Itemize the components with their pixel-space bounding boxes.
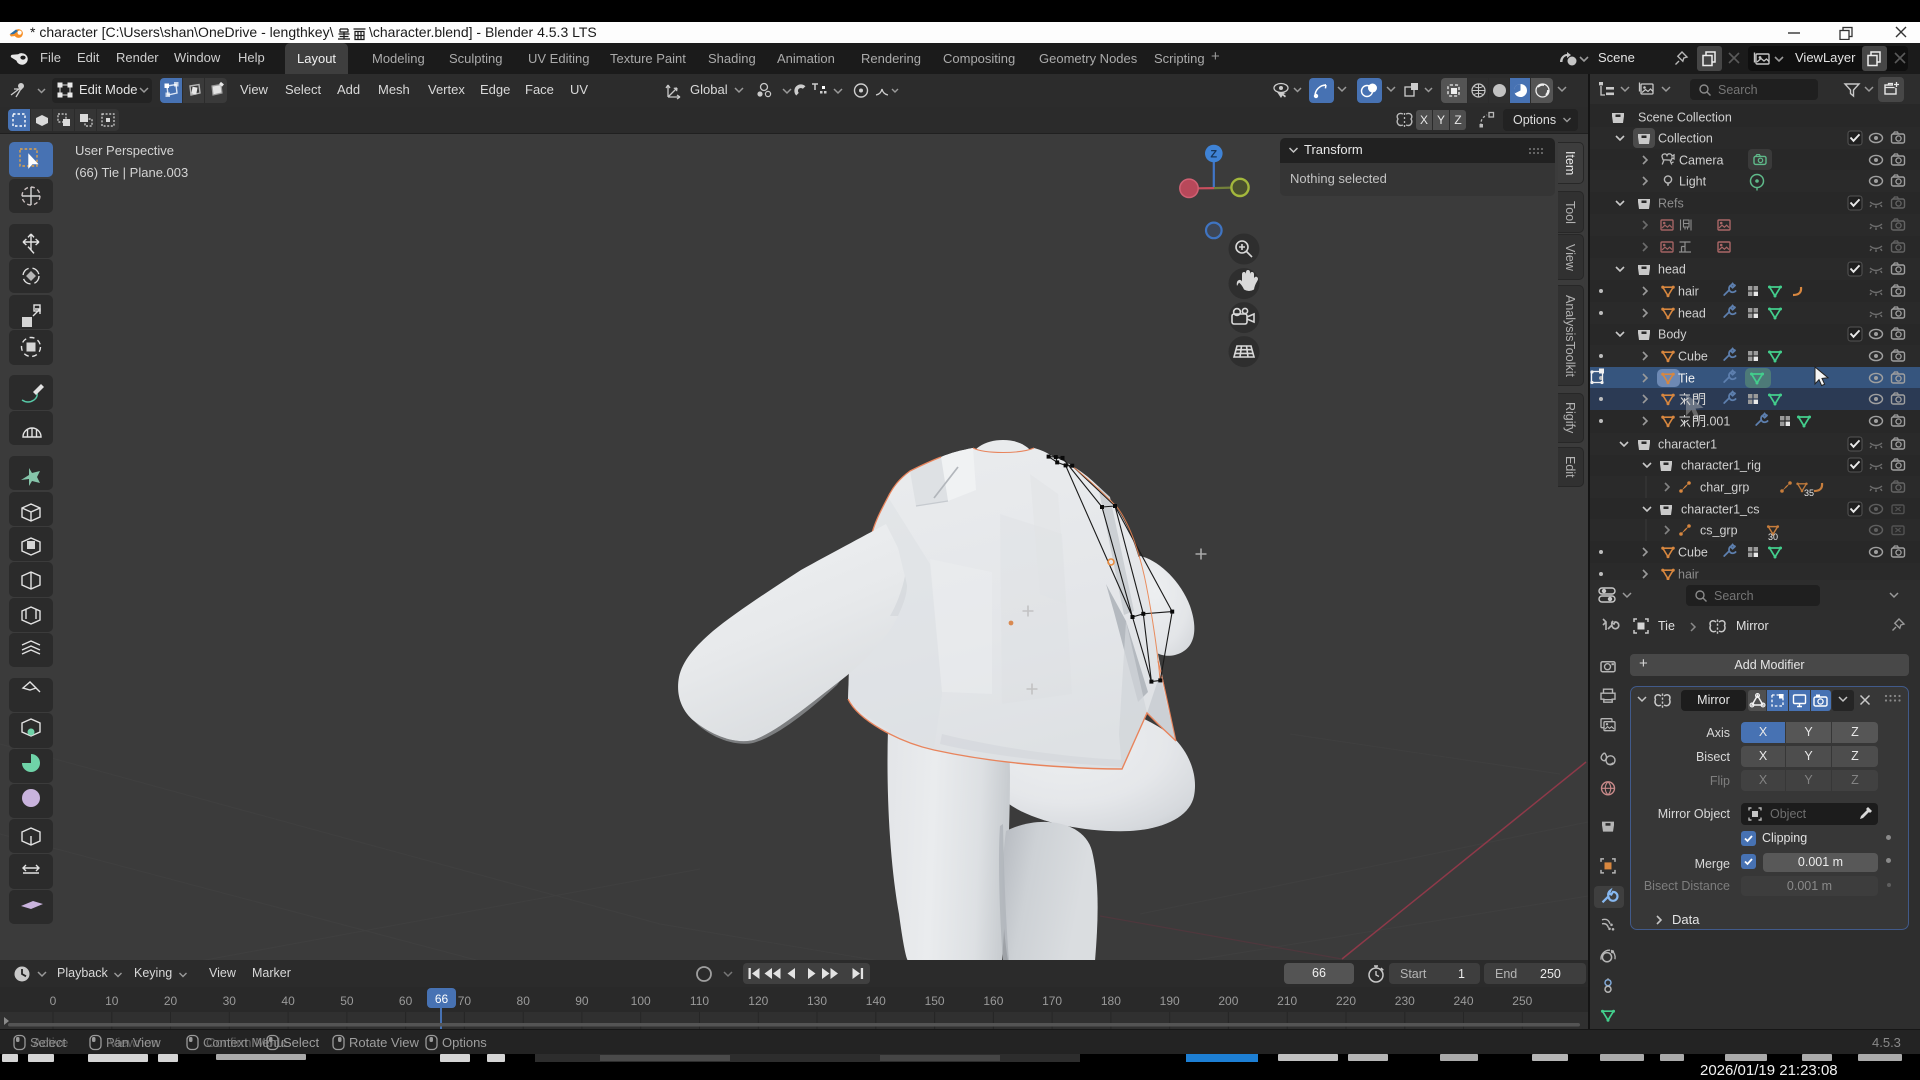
svg-text:Z: Z [1210,149,1217,161]
svg-text:Cube: Cube [1678,350,1708,364]
svg-text:hair: hair [1678,285,1699,299]
svg-text:cs_grp: cs_grp [1700,524,1738,538]
svg-text:230: 230 [1395,994,1415,1008]
svg-text:140: 140 [866,994,886,1008]
svg-text:Camera: Camera [1679,154,1724,168]
svg-text:30: 30 [1768,532,1778,542]
svg-text:Light: Light [1679,175,1707,189]
svg-text:head: head [1658,263,1686,277]
svg-text:Body: Body [1658,328,1687,342]
svg-text:220: 220 [1336,994,1356,1008]
svg-text:50: 50 [340,994,354,1008]
svg-text:character1_rig: character1_rig [1681,459,1761,473]
svg-text:70: 70 [458,994,472,1008]
svg-text:20: 20 [164,994,178,1008]
svg-text:head: head [1678,307,1706,321]
svg-text:90: 90 [575,994,589,1008]
svg-text:Tie: Tie [1678,372,1695,386]
svg-text:210: 210 [1277,994,1297,1008]
svg-text:character1: character1 [1658,438,1717,452]
svg-text:character1_cs: character1_cs [1681,503,1760,517]
svg-text:.001: .001 [1706,415,1730,429]
svg-text:80: 80 [517,994,531,1008]
svg-text:60: 60 [399,994,413,1008]
svg-text:10: 10 [105,994,119,1008]
svg-text:Collection: Collection [1658,132,1713,146]
svg-text:170: 170 [1042,994,1062,1008]
svg-text:240: 240 [1453,994,1473,1008]
svg-text:120: 120 [748,994,768,1008]
svg-text:Refs: Refs [1658,197,1684,211]
svg-text:35: 35 [1804,488,1814,498]
svg-text:150: 150 [925,994,945,1008]
svg-text:200: 200 [1218,994,1238,1008]
svg-text:30: 30 [223,994,237,1008]
svg-text:Cube: Cube [1678,546,1708,560]
svg-text:66: 66 [435,992,449,1006]
svg-text:40: 40 [281,994,295,1008]
svg-text:Scene Collection: Scene Collection [1638,111,1732,125]
svg-text:0: 0 [50,994,57,1008]
svg-text:110: 110 [690,994,709,1008]
svg-text:190: 190 [1160,994,1180,1008]
svg-text:char_grp: char_grp [1700,481,1749,495]
svg-text:100: 100 [631,994,651,1008]
svg-text:hair: hair [1678,568,1699,581]
svg-text:250: 250 [1512,994,1532,1008]
svg-text:130: 130 [807,994,827,1008]
svg-text:160: 160 [983,994,1003,1008]
svg-text:180: 180 [1101,994,1121,1008]
